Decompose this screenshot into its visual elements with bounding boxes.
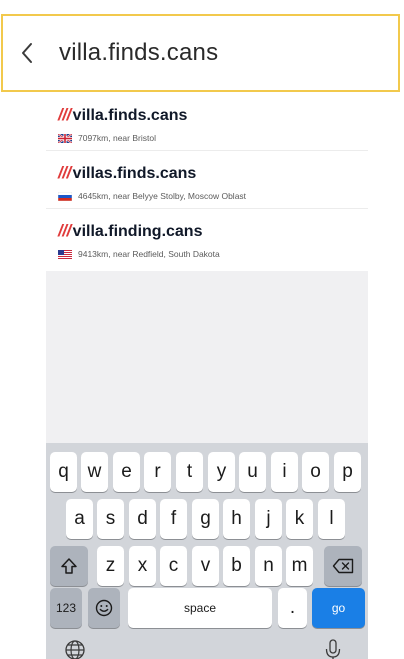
key-v[interactable]: v <box>192 546 219 586</box>
search-input[interactable] <box>59 32 379 74</box>
suggestion-address: villa.finding.cans <box>72 223 203 240</box>
delete-key[interactable] <box>324 546 362 586</box>
us-flag-icon <box>58 249 72 259</box>
period-key[interactable]: . <box>278 588 307 628</box>
key-r[interactable]: r <box>144 452 171 492</box>
key-b[interactable]: b <box>223 546 250 586</box>
key-x[interactable]: x <box>129 546 156 586</box>
key-o[interactable]: o <box>302 452 329 492</box>
suggestion-distance: 7097km, near Bristol <box>78 133 156 143</box>
shift-key[interactable] <box>50 546 88 586</box>
key-i[interactable]: i <box>271 452 298 492</box>
go-key[interactable]: go <box>312 588 365 628</box>
shift-icon <box>61 558 77 574</box>
results-panel: /// villa.finds.cans 7097km, near Bristo… <box>46 93 368 443</box>
slashes-mark: /// <box>58 105 71 124</box>
key-u[interactable]: u <box>239 452 266 492</box>
key-y[interactable]: y <box>208 452 235 492</box>
suggestion-item[interactable]: /// villa.finding.cans 9413km, near Redf… <box>46 209 368 271</box>
slashes-mark: /// <box>58 221 71 240</box>
key-d[interactable]: d <box>129 499 156 539</box>
globe-icon <box>65 640 85 659</box>
key-k[interactable]: k <box>286 499 313 539</box>
key-z[interactable]: z <box>97 546 124 586</box>
key-t[interactable]: t <box>176 452 203 492</box>
slashes-mark: /// <box>58 163 71 182</box>
dictation-key[interactable] <box>324 639 344 659</box>
key-s[interactable]: s <box>97 499 124 539</box>
key-l[interactable]: l <box>318 499 345 539</box>
space-key[interactable]: space <box>128 588 272 628</box>
globe-key[interactable] <box>64 639 88 659</box>
chevron-left-icon <box>22 43 32 63</box>
suggestion-address: villa.finds.cans <box>72 107 188 124</box>
numbers-key[interactable]: 123 <box>50 588 82 628</box>
suggestion-distance: 9413km, near Redfield, South Dakota <box>78 249 220 259</box>
key-c[interactable]: c <box>160 546 187 586</box>
key-n[interactable]: n <box>255 546 282 586</box>
uk-flag-icon <box>58 133 72 143</box>
suggestions-list: /// villa.finds.cans 7097km, near Bristo… <box>46 93 368 271</box>
suggestion-item[interactable]: /// villa.finds.cans 7097km, near Bristo… <box>46 93 368 151</box>
back-button[interactable] <box>13 34 41 72</box>
suggestion-address: villas.finds.cans <box>72 165 197 182</box>
key-w[interactable]: w <box>81 452 108 492</box>
emoji-icon <box>95 599 113 617</box>
key-j[interactable]: j <box>255 499 282 539</box>
key-f[interactable]: f <box>160 499 187 539</box>
backspace-icon <box>332 558 354 574</box>
key-h[interactable]: h <box>223 499 250 539</box>
search-bar <box>1 14 400 92</box>
emoji-key[interactable] <box>88 588 120 628</box>
suggestion-distance: 4645km, near Belyye Stolby, Moscow Oblas… <box>78 191 247 201</box>
key-g[interactable]: g <box>192 499 219 539</box>
key-m[interactable]: m <box>286 546 313 586</box>
key-p[interactable]: p <box>334 452 361 492</box>
key-a[interactable]: a <box>66 499 93 539</box>
onscreen-keyboard: q w e r t y u i o p a s d f g h j k l z … <box>46 443 368 659</box>
key-q[interactable]: q <box>50 452 77 492</box>
key-e[interactable]: e <box>113 452 140 492</box>
russia-flag-icon <box>58 191 72 201</box>
suggestion-item[interactable]: /// villas.finds.cans 4645km, near Belyy… <box>46 151 368 209</box>
microphone-icon <box>325 639 341 659</box>
